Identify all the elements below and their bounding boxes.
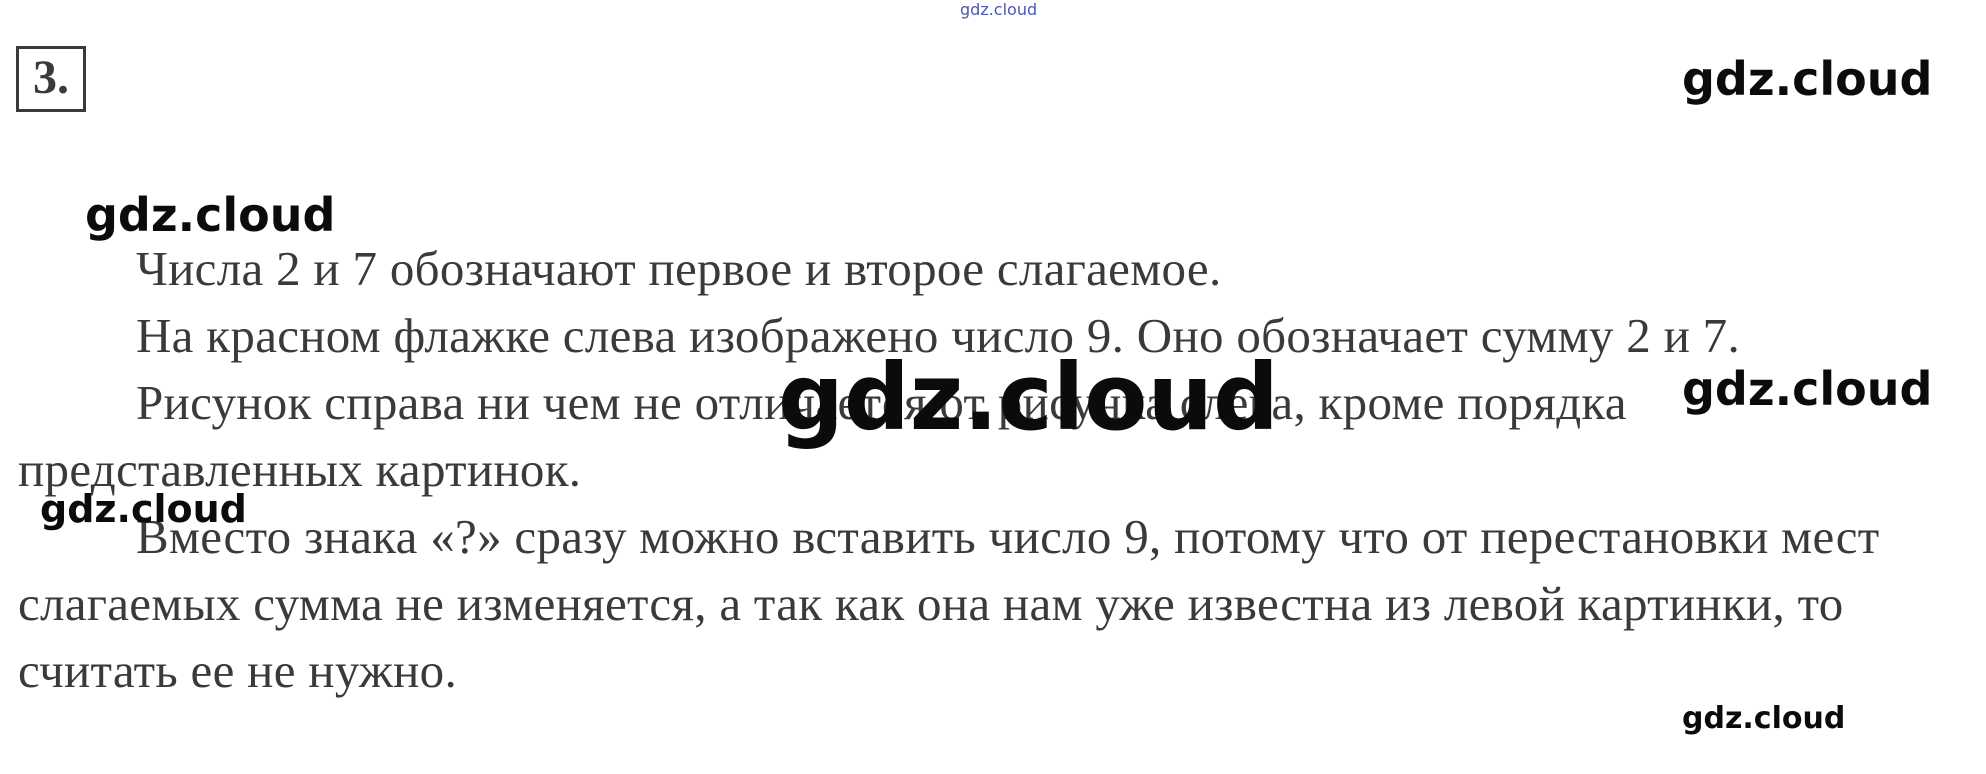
watermark-left: gdz.cloud: [85, 188, 336, 242]
paragraph-4: Вместо знака «?» сразу можно вставить чи…: [18, 509, 1880, 698]
watermark-top-right: gdz.cloud: [1682, 52, 1933, 106]
watermark-bottom-right: gdz.cloud: [1682, 701, 1846, 736]
watermark-left-small: gdz.cloud: [40, 487, 247, 531]
answer-text: Числа 2 и 7 обозначают первое и второе с…: [18, 235, 1958, 704]
watermark-small-top: gdz.cloud: [960, 0, 1038, 19]
task-number-box: 3.: [16, 46, 86, 112]
paragraph-1: Числа 2 и 7 обозначают первое и второе с…: [136, 241, 1222, 296]
watermark-right: gdz.cloud: [1682, 362, 1933, 416]
watermark-center-large: gdz.cloud: [778, 344, 1279, 451]
